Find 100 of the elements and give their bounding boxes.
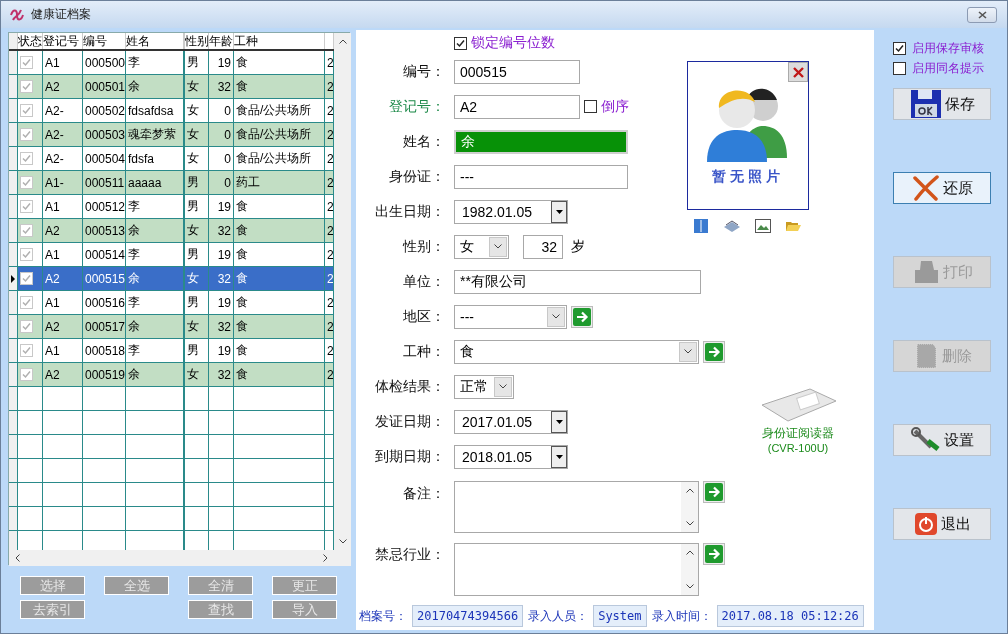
open-folder-icon[interactable] — [785, 219, 801, 233]
chevron-down-icon — [685, 521, 694, 526]
table-cell: aaaaa — [126, 171, 185, 194]
text-area[interactable] — [454, 481, 699, 533]
table-cell: 000511 — [83, 171, 126, 194]
checkbox-label: 启用保存审核 — [912, 39, 984, 57]
column-header[interactable]: 状态 — [18, 33, 43, 49]
row-checkbox[interactable] — [20, 272, 33, 285]
table-cell: 食 — [234, 267, 325, 290]
row-checkbox[interactable] — [20, 320, 33, 333]
action-button[interactable]: 退出 — [893, 508, 991, 540]
vertical-scrollbar[interactable] — [334, 33, 351, 550]
table-cell: 19 — [209, 51, 234, 74]
dropdown-field[interactable]: 食 — [454, 339, 699, 364]
table-cell: A2- — [43, 123, 83, 146]
row-pointer-icon — [11, 274, 15, 283]
table-cell: 000519 — [83, 363, 126, 386]
row-checkbox[interactable] — [20, 200, 33, 213]
text-field[interactable]: **有限公司 — [454, 269, 701, 294]
text-area[interactable] — [454, 543, 699, 596]
column-header[interactable]: 工种 — [234, 33, 325, 49]
text-field[interactable]: --- — [454, 164, 628, 189]
dropdown-field[interactable]: 女 — [454, 234, 509, 259]
table-cell: 食 — [234, 315, 325, 338]
column-header[interactable]: 登记号 — [43, 33, 83, 49]
dropdown-button[interactable] — [551, 445, 567, 468]
row-checkbox[interactable] — [20, 248, 33, 261]
table-row[interactable]: A2- 000503 魂牵梦萦 女 0 食品/公共场所 2 — [9, 123, 334, 147]
text-field[interactable]: 余 — [454, 129, 628, 154]
table-cell: 男 — [185, 171, 209, 194]
remove-photo-button[interactable] — [788, 62, 808, 82]
table-cell: 32 — [209, 75, 234, 98]
table-cell: A2 — [43, 363, 83, 386]
column-header[interactable]: 姓名 — [126, 33, 185, 49]
field-label: 编号： — [402, 62, 446, 81]
go-button[interactable] — [703, 543, 725, 565]
column-header[interactable]: 编号 — [83, 33, 126, 49]
date-field[interactable]: 2018.01.05 — [454, 444, 568, 469]
row-header[interactable] — [9, 267, 18, 290]
close-button[interactable] — [967, 6, 997, 23]
horizontal-scrollbar[interactable] — [9, 550, 334, 566]
text-field[interactable]: 000515 — [454, 59, 580, 84]
row-checkbox[interactable] — [20, 176, 33, 189]
go-button[interactable] — [571, 305, 593, 328]
table-cell: 女 — [185, 363, 209, 386]
table-row[interactable]: A2 000519 余 女 32 食 2 — [9, 363, 334, 387]
table-row[interactable]: A1- 000511 aaaaa 男 0 药工 2 — [9, 171, 334, 195]
record-value: 2017.08.18 05:12:26 — [716, 605, 864, 627]
row-checkbox[interactable] — [20, 128, 33, 141]
table-row[interactable]: A2 000515 余 女 32 食 2 — [9, 267, 334, 291]
field-label: 登记号： — [388, 97, 446, 116]
dropdown-button[interactable] — [551, 410, 567, 433]
table-cell: 0 — [209, 147, 234, 170]
table-cell: 000504 — [83, 147, 126, 170]
row-checkbox[interactable] — [20, 344, 33, 357]
row-checkbox[interactable] — [20, 104, 33, 117]
checkbox-label: 倒序 — [601, 97, 629, 116]
go-button[interactable] — [703, 481, 725, 503]
date-field[interactable]: 1982.01.05 — [454, 199, 568, 224]
action-button[interactable]: 保存 — [893, 88, 991, 120]
column-header[interactable]: 年龄 — [209, 33, 234, 49]
checkbox-label: 启用同名提示 — [912, 59, 984, 77]
table-row[interactable]: A2 000501 余 女 32 食 2 — [9, 75, 334, 99]
record-value: System — [593, 605, 647, 627]
row-checkbox[interactable] — [20, 296, 33, 309]
table-cell: 000516 — [83, 291, 126, 314]
date-field[interactable]: 2017.01.05 — [454, 409, 568, 434]
table-cell: 食 — [234, 291, 325, 314]
row-checkbox[interactable] — [20, 56, 33, 69]
wrench-icon — [910, 427, 941, 453]
table-cell: 食 — [234, 243, 325, 266]
text-field[interactable]: A2 — [454, 94, 580, 119]
row-checkbox[interactable] — [20, 368, 33, 381]
chevron-up-icon — [685, 488, 694, 493]
row-checkbox[interactable] — [20, 80, 33, 93]
go-button[interactable] — [703, 340, 725, 363]
chevron-down-icon — [494, 244, 502, 249]
triangle-down-icon — [555, 209, 563, 214]
picture-icon[interactable] — [755, 219, 771, 233]
column-header[interactable]: 性别 — [185, 33, 209, 49]
row-checkbox[interactable] — [20, 152, 33, 165]
dropdown-field[interactable]: --- — [454, 304, 567, 329]
field-label: 禁忌行业： — [374, 545, 446, 564]
action-button[interactable]: 设置 — [893, 424, 991, 456]
option-checkbox[interactable] — [893, 41, 906, 55]
record-label: 档案号： — [359, 607, 407, 625]
table-row[interactable]: A2 000513 余 女 32 食 2 — [9, 219, 334, 243]
lock-checkbox[interactable] — [454, 36, 467, 50]
table-cell: 魂牵梦萦 — [126, 123, 185, 146]
reverse-checkbox[interactable] — [584, 100, 597, 113]
dropdown-field[interactable]: 正常 — [454, 374, 514, 399]
option-checkbox[interactable] — [893, 61, 906, 75]
reader-label: 身份证阅读器 — [762, 425, 834, 442]
action-button[interactable]: 还原 — [893, 172, 991, 204]
scanner-icon[interactable] — [723, 219, 741, 233]
dropdown-button[interactable] — [551, 200, 567, 223]
table-row[interactable]: A2 000517 余 女 32 食 2 — [9, 315, 334, 339]
row-checkbox[interactable] — [20, 224, 33, 237]
table-cell: 余 — [126, 315, 185, 338]
age-field[interactable]: 32 — [523, 234, 563, 259]
